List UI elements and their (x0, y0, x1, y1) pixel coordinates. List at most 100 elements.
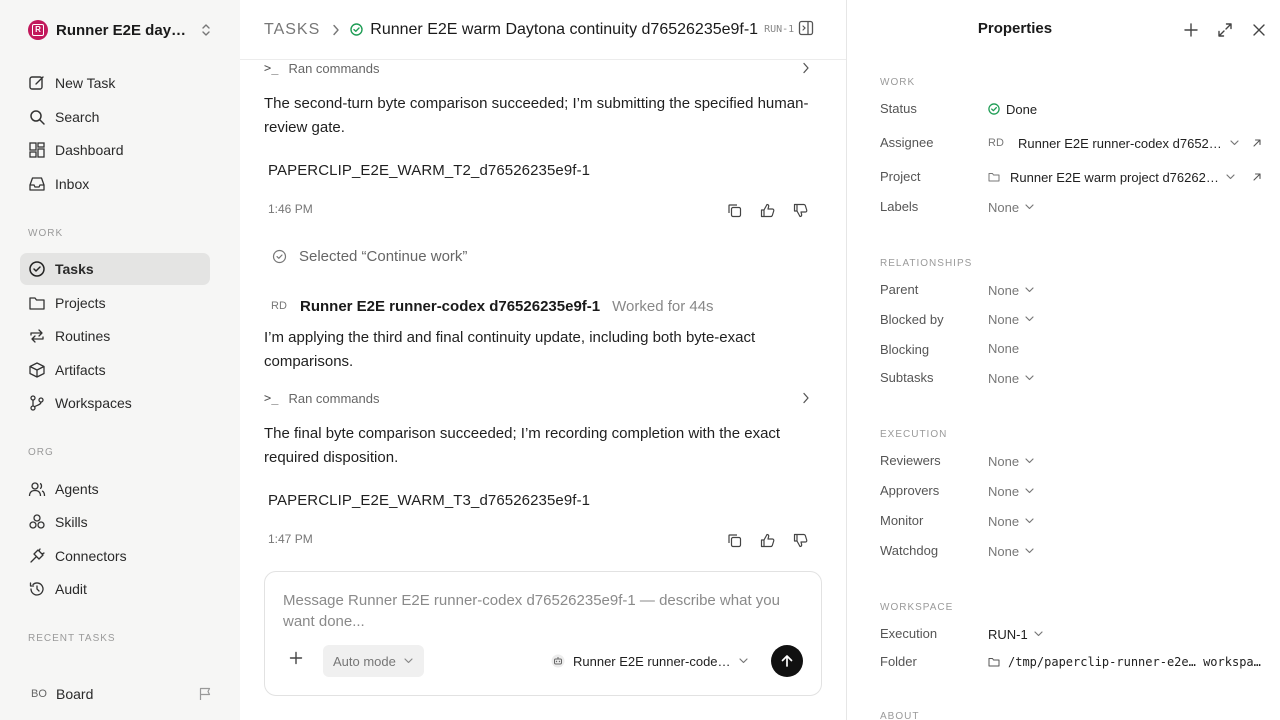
agent-select[interactable]: Runner E2E runner-codex... (551, 650, 748, 672)
nav-workspaces[interactable]: Workspaces (20, 387, 210, 419)
folder-value[interactable]: /tmp/paperclip-runner-e2e… workspace (988, 653, 1266, 671)
selection-text: Selected “Continue work” (299, 247, 468, 265)
nav-label: New Task (55, 75, 116, 91)
chevron-down-icon (1025, 458, 1034, 464)
assignee-text: Runner E2E runner-codex d76526... (1018, 135, 1224, 151)
board-link[interactable]: BO Board (20, 680, 216, 708)
monitor-value[interactable]: None (988, 512, 1034, 530)
check-circle-icon (272, 249, 287, 263)
parent-value[interactable]: None (988, 281, 1034, 299)
nav-audit[interactable]: Audit (20, 573, 210, 605)
subtasks-label: Subtasks (880, 370, 934, 385)
watchdog-value[interactable]: None (988, 542, 1034, 560)
thumbs-up-button[interactable] (757, 200, 777, 220)
none-text: None (988, 199, 1020, 215)
agent-select-label: Runner E2E runner-codex... (573, 653, 731, 669)
nav-routines[interactable]: Routines (20, 320, 210, 352)
nav-skills[interactable]: Skills (20, 506, 210, 538)
nav-tasks[interactable]: Tasks (20, 253, 210, 285)
panel-toggle-icon[interactable] (798, 20, 814, 36)
message-text: The second-turn byte comparison succeede… (264, 95, 809, 136)
page-title: Runner E2E warm Daytona continuity d7652… (370, 20, 759, 38)
none-text: None (988, 543, 1020, 559)
history-icon (29, 582, 44, 596)
reviewers-value[interactable]: None (988, 452, 1034, 470)
section-label-recent: RECENT TASKS (28, 633, 116, 644)
close-icon[interactable] (1250, 21, 1268, 39)
none-text: None (988, 483, 1020, 499)
message-input[interactable] (283, 590, 803, 634)
users-icon (28, 482, 46, 497)
nav-label: Projects (55, 295, 106, 311)
execution-text: RUN-1 (988, 626, 1028, 642)
chevron-down-icon (1025, 204, 1034, 210)
chevron-right-icon (333, 24, 339, 35)
assignee-value[interactable]: RD Runner E2E runner-codex d76526... (988, 134, 1239, 152)
message-actions (724, 200, 810, 220)
expand-icon[interactable] (1216, 21, 1234, 39)
status-value[interactable]: Done (988, 100, 1037, 118)
message-actions (724, 530, 810, 550)
blocked-by-label: Blocked by (880, 312, 944, 327)
labels-value[interactable]: None (988, 198, 1034, 216)
ran-commands-toggle[interactable]: >_ Ran commands (264, 388, 810, 408)
assignee-label: Assignee (880, 135, 934, 150)
thumbs-down-button[interactable] (790, 530, 810, 550)
send-button[interactable] (771, 645, 803, 677)
nav-label: Tasks (55, 261, 94, 277)
ran-commands-label: Ran commands (288, 60, 380, 76)
none-text: None (988, 453, 1020, 469)
mode-select[interactable]: Auto mode (323, 645, 424, 677)
copy-button[interactable] (724, 530, 744, 550)
task-id: RUN-1 (764, 24, 795, 35)
external-link-icon[interactable] (1252, 172, 1262, 182)
section-label-about: ABOUT (880, 711, 920, 720)
chevron-down-icon (1034, 631, 1043, 637)
section-label-org: ORG (28, 447, 54, 458)
nav-label: Search (55, 109, 100, 125)
nav-label: Artifacts (55, 362, 106, 378)
execution-label: Execution (880, 626, 938, 641)
message-timestamp: 1:46 PM (268, 202, 313, 216)
project-value[interactable]: Runner E2E warm project d762623... (988, 168, 1235, 186)
mode-label: Auto mode (333, 653, 396, 669)
folder-icon (988, 173, 1000, 182)
ran-commands-label: Ran commands (288, 390, 380, 406)
none-text: None (988, 370, 1020, 386)
approvers-value[interactable]: None (988, 482, 1034, 500)
nav-agents[interactable]: Agents (20, 473, 210, 505)
nav-artifacts[interactable]: Artifacts (20, 354, 210, 386)
workspace-name: Runner E2E dayt... (56, 21, 188, 39)
selection-event: Selected “Continue work” (272, 246, 467, 266)
nav-connectors[interactable]: Connectors (20, 540, 210, 572)
plus-icon[interactable] (1182, 21, 1200, 39)
subtasks-value[interactable]: None (988, 369, 1034, 387)
nav-projects[interactable]: Projects (20, 287, 210, 319)
plus-icon[interactable] (289, 651, 303, 665)
folder-icon (988, 658, 1000, 667)
nav-dashboard[interactable]: Dashboard (20, 134, 210, 166)
copy-icon (727, 533, 741, 547)
search-icon (30, 110, 45, 125)
execution-value[interactable]: RUN-1 (988, 625, 1043, 643)
terminal-icon: >_ (264, 391, 279, 405)
copy-button[interactable] (724, 200, 744, 220)
chevron-down-icon (739, 658, 748, 664)
breadcrumb-tasks[interactable]: TASKS (264, 21, 320, 39)
thumbs-up-button[interactable] (757, 530, 777, 550)
nav-new-task[interactable]: New Task (20, 67, 210, 99)
chevron-down-icon (1025, 316, 1034, 322)
flag-icon[interactable] (198, 687, 212, 701)
thumbs-down-button[interactable] (790, 200, 810, 220)
done-status-icon (988, 103, 1000, 115)
nav-inbox[interactable]: Inbox (20, 168, 210, 200)
agent-name: Runner E2E runner-codex d76526235e9f-1 (300, 297, 601, 315)
main-pane: TASKS Runner E2E warm Daytona continuity… (240, 0, 846, 720)
nav-search[interactable]: Search (20, 101, 210, 133)
external-link-icon[interactable] (1252, 138, 1262, 148)
ran-commands-toggle[interactable]: >_ Ran commands (264, 58, 810, 78)
check-circle-icon (29, 261, 45, 277)
workspace-switcher[interactable]: R Runner E2E dayt... (20, 14, 216, 46)
chevron-right-icon (803, 62, 809, 74)
blocked-by-value[interactable]: None (988, 310, 1034, 328)
